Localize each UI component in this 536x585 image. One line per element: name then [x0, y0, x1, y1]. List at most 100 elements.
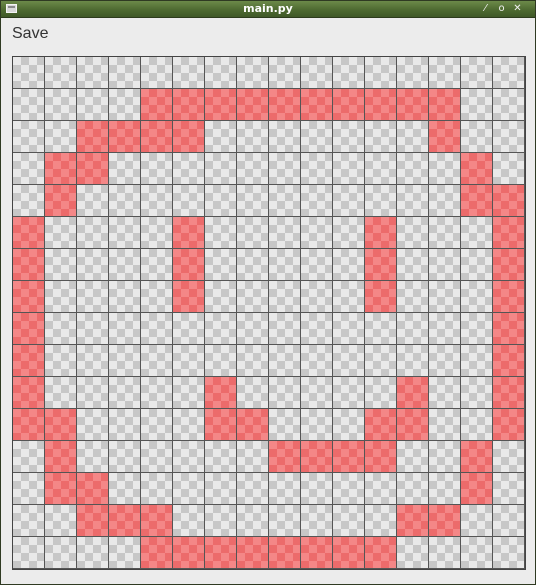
- pixel-cell[interactable]: [333, 153, 365, 185]
- pixel-cell[interactable]: [109, 153, 141, 185]
- pixel-cell[interactable]: [397, 185, 429, 217]
- pixel-cell[interactable]: [77, 537, 109, 569]
- pixel-cell[interactable]: [269, 121, 301, 153]
- pixel-cell[interactable]: [397, 249, 429, 281]
- pixel-cell[interactable]: [13, 409, 45, 441]
- pixel-cell[interactable]: [333, 537, 365, 569]
- pixel-cell[interactable]: [77, 377, 109, 409]
- pixel-cell[interactable]: [269, 377, 301, 409]
- pixel-cell[interactable]: [141, 57, 173, 89]
- pixel-cell[interactable]: [237, 441, 269, 473]
- pixel-cell[interactable]: [45, 409, 77, 441]
- pixel-cell[interactable]: [45, 313, 77, 345]
- pixel-cell[interactable]: [397, 121, 429, 153]
- pixel-cell[interactable]: [173, 217, 205, 249]
- pixel-cell[interactable]: [13, 537, 45, 569]
- pixel-cell[interactable]: [301, 473, 333, 505]
- pixel-cell[interactable]: [429, 505, 461, 537]
- pixel-cell[interactable]: [333, 121, 365, 153]
- pixel-cell[interactable]: [397, 345, 429, 377]
- pixel-cell[interactable]: [397, 217, 429, 249]
- pixel-cell[interactable]: [141, 121, 173, 153]
- pixel-cell[interactable]: [45, 281, 77, 313]
- pixel-cell[interactable]: [301, 185, 333, 217]
- pixel-cell[interactable]: [13, 121, 45, 153]
- pixel-cell[interactable]: [45, 505, 77, 537]
- pixel-cell[interactable]: [269, 473, 301, 505]
- pixel-cell[interactable]: [237, 57, 269, 89]
- pixel-cell[interactable]: [365, 57, 397, 89]
- pixel-cell[interactable]: [45, 185, 77, 217]
- pixel-cell[interactable]: [333, 281, 365, 313]
- pixel-cell[interactable]: [429, 377, 461, 409]
- pixel-cell[interactable]: [397, 537, 429, 569]
- pixel-cell[interactable]: [269, 409, 301, 441]
- pixel-cell[interactable]: [173, 57, 205, 89]
- pixel-cell[interactable]: [301, 409, 333, 441]
- pixel-cell[interactable]: [429, 249, 461, 281]
- pixel-cell[interactable]: [461, 185, 493, 217]
- pixel-cell[interactable]: [205, 473, 237, 505]
- pixel-cell[interactable]: [429, 473, 461, 505]
- pixel-cell[interactable]: [77, 89, 109, 121]
- pixel-cell[interactable]: [205, 121, 237, 153]
- pixel-cell[interactable]: [429, 153, 461, 185]
- pixel-cell[interactable]: [333, 441, 365, 473]
- pixel-cell[interactable]: [333, 57, 365, 89]
- pixel-cell[interactable]: [461, 313, 493, 345]
- pixel-cell[interactable]: [493, 121, 525, 153]
- pixel-cell[interactable]: [45, 57, 77, 89]
- pixel-cell[interactable]: [269, 281, 301, 313]
- pixel-cell[interactable]: [205, 537, 237, 569]
- pixel-cell[interactable]: [109, 121, 141, 153]
- pixel-cell[interactable]: [45, 89, 77, 121]
- pixel-cell[interactable]: [365, 409, 397, 441]
- pixel-cell[interactable]: [173, 441, 205, 473]
- pixel-cell[interactable]: [365, 537, 397, 569]
- pixel-cell[interactable]: [333, 505, 365, 537]
- pixel-cell[interactable]: [397, 89, 429, 121]
- pixel-cell[interactable]: [269, 153, 301, 185]
- pixel-cell[interactable]: [365, 281, 397, 313]
- pixel-cell[interactable]: [109, 409, 141, 441]
- pixel-cell[interactable]: [493, 217, 525, 249]
- pixel-cell[interactable]: [141, 505, 173, 537]
- pixel-cell[interactable]: [205, 57, 237, 89]
- pixel-cell[interactable]: [333, 473, 365, 505]
- pixel-cell[interactable]: [13, 313, 45, 345]
- pixel-cell[interactable]: [429, 409, 461, 441]
- pixel-cell[interactable]: [205, 281, 237, 313]
- pixel-cell[interactable]: [77, 153, 109, 185]
- pixel-cell[interactable]: [109, 89, 141, 121]
- pixel-cell[interactable]: [269, 537, 301, 569]
- pixel-cell[interactable]: [461, 281, 493, 313]
- pixel-cell[interactable]: [141, 441, 173, 473]
- pixel-cell[interactable]: [301, 153, 333, 185]
- minimize-icon[interactable]: ⁄: [479, 2, 492, 15]
- pixel-cell[interactable]: [45, 473, 77, 505]
- pixel-cell[interactable]: [237, 249, 269, 281]
- pixel-cell[interactable]: [109, 505, 141, 537]
- pixel-cell[interactable]: [45, 121, 77, 153]
- pixel-cell[interactable]: [429, 345, 461, 377]
- save-button[interactable]: Save: [12, 24, 48, 44]
- pixel-cell[interactable]: [141, 409, 173, 441]
- pixel-cell[interactable]: [205, 505, 237, 537]
- pixel-cell[interactable]: [397, 313, 429, 345]
- pixel-cell[interactable]: [237, 89, 269, 121]
- pixel-cell[interactable]: [333, 249, 365, 281]
- pixel-cell[interactable]: [173, 121, 205, 153]
- pixel-cell[interactable]: [13, 185, 45, 217]
- pixel-cell[interactable]: [269, 505, 301, 537]
- pixel-cell[interactable]: [45, 537, 77, 569]
- pixel-cell[interactable]: [493, 409, 525, 441]
- pixel-cell[interactable]: [77, 185, 109, 217]
- pixel-cell[interactable]: [77, 409, 109, 441]
- pixel-cell[interactable]: [173, 249, 205, 281]
- pixel-cell[interactable]: [365, 505, 397, 537]
- pixel-cell[interactable]: [173, 185, 205, 217]
- pixel-cell[interactable]: [493, 505, 525, 537]
- close-icon[interactable]: ✕: [511, 2, 524, 15]
- pixel-cell[interactable]: [301, 89, 333, 121]
- pixel-cell[interactable]: [77, 121, 109, 153]
